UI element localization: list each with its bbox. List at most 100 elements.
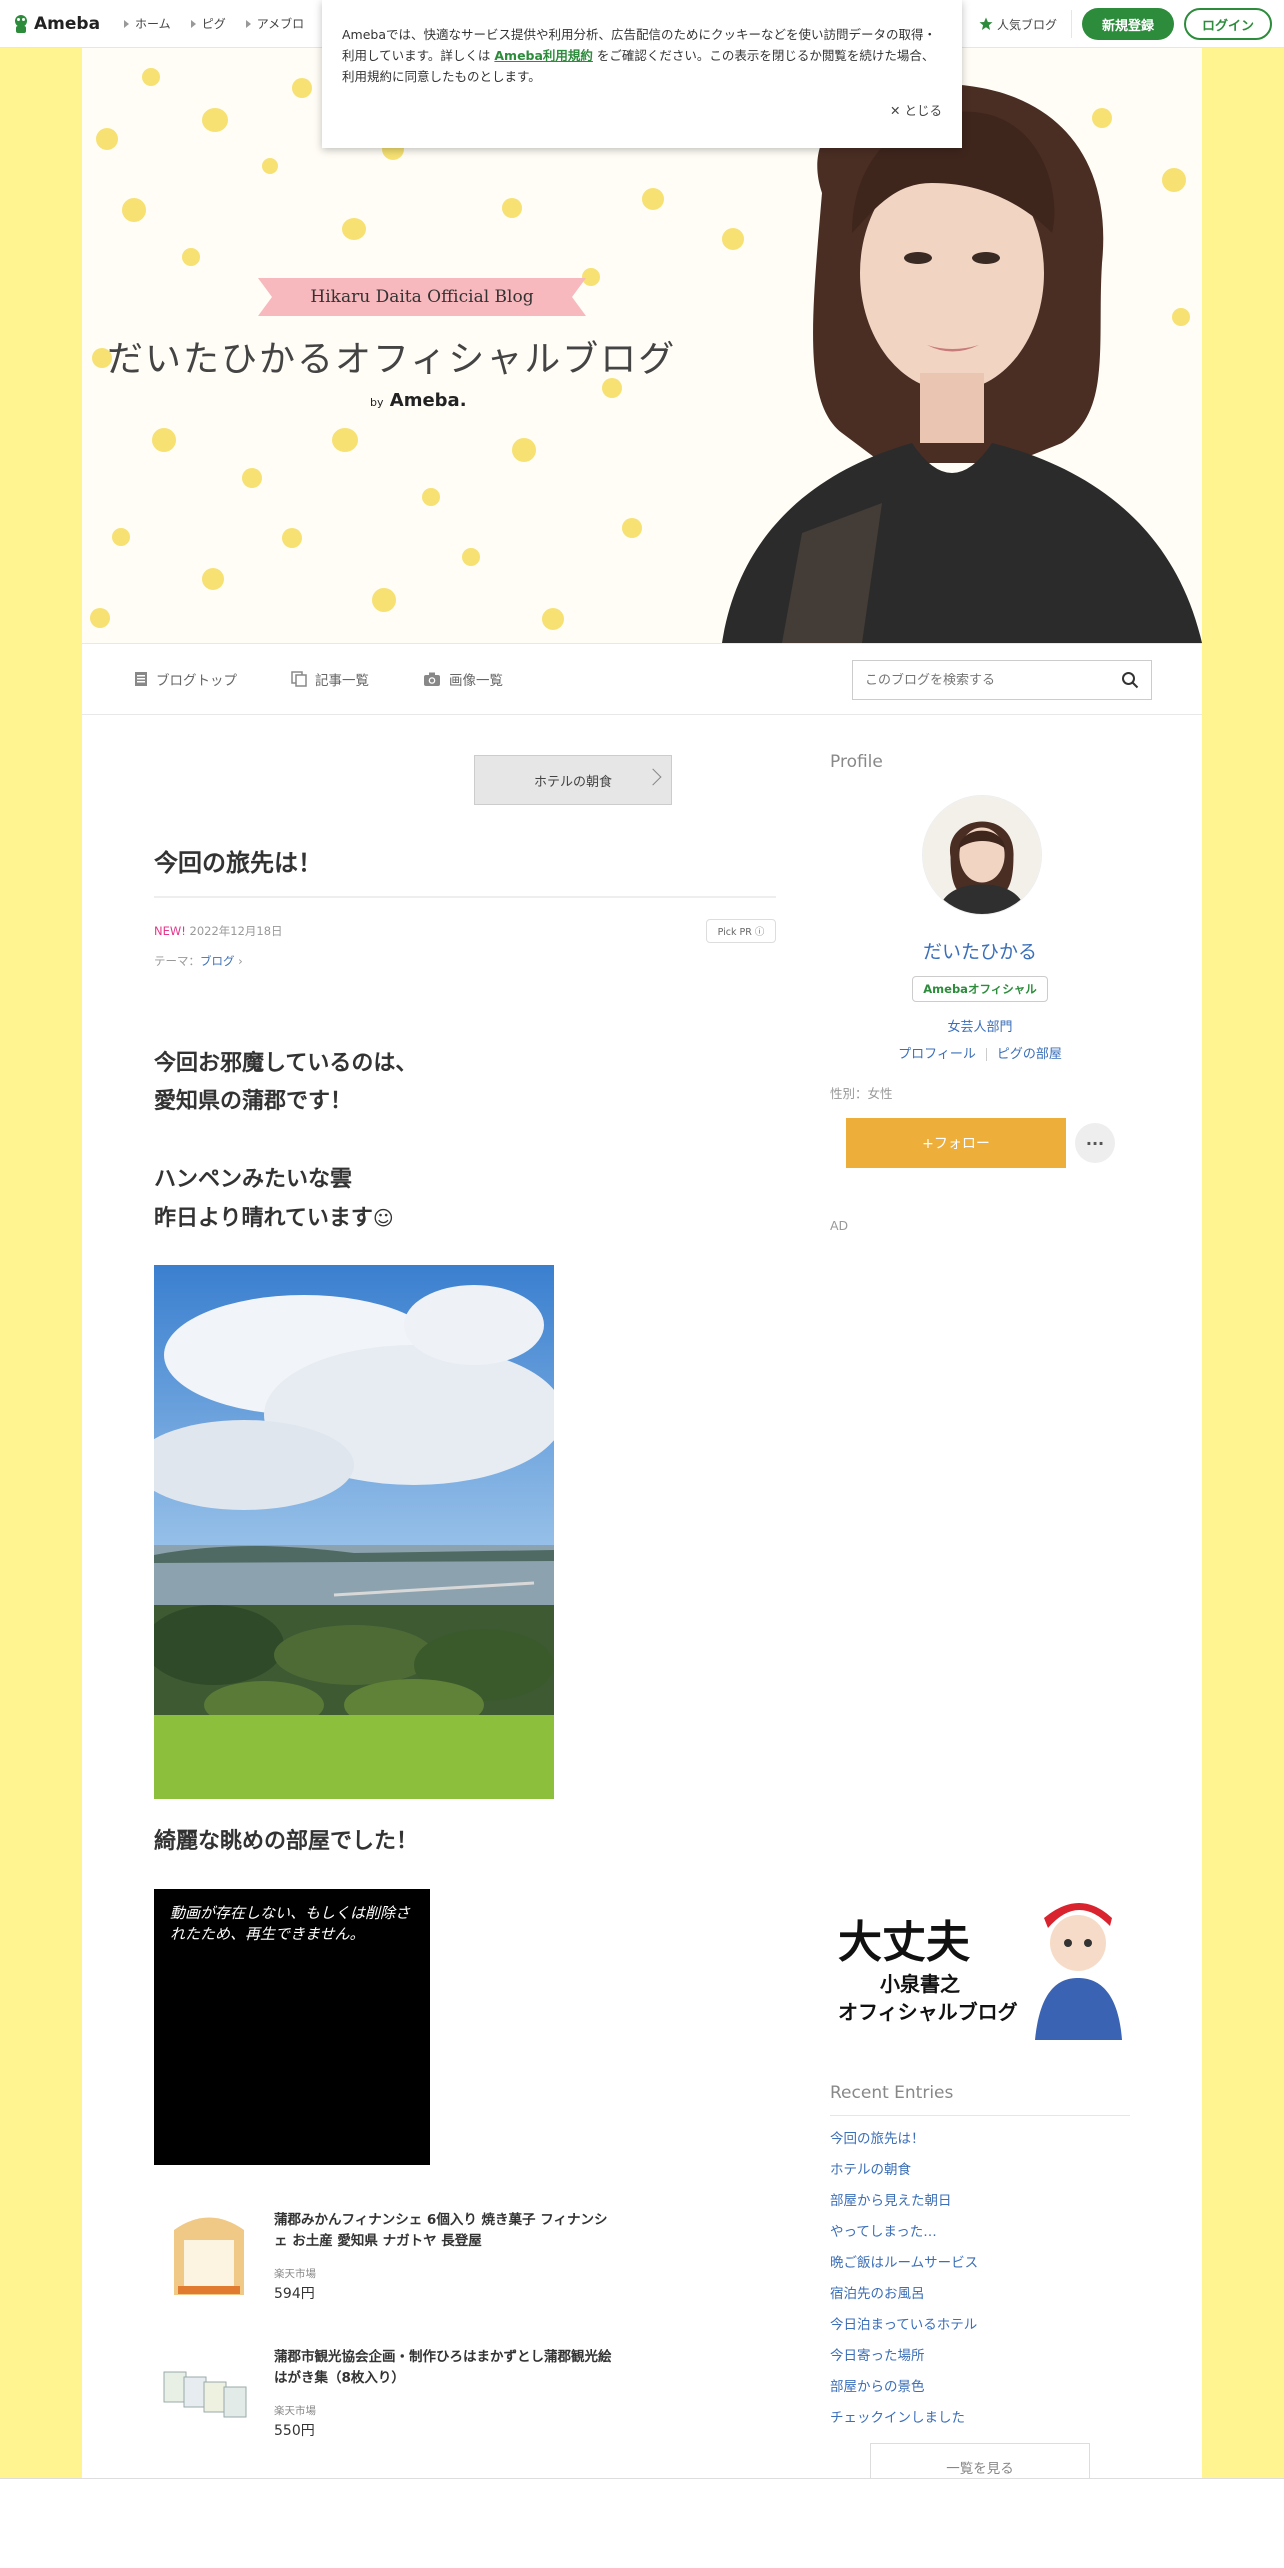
- logo-text: Ameba: [34, 13, 101, 34]
- decor-dot: [242, 468, 262, 488]
- nav-pigg[interactable]: ピグ: [190, 15, 226, 32]
- product-name[interactable]: 蒲郡みかんフィナンシェ 6個入り 焼き菓子 フィナンシェ お土産 愛知県 ナガト…: [274, 2210, 614, 2252]
- blog-title[interactable]: だいたひかるオフィシャルブログ: [107, 330, 676, 382]
- by-brand: Ameba.: [389, 390, 467, 411]
- body-line: 今回お邪魔しているのは、: [154, 1051, 418, 1076]
- decor-dot: [182, 248, 200, 266]
- footer-area: [0, 2478, 1284, 2568]
- official-badge[interactable]: Amebaオフィシャル: [912, 976, 1048, 1002]
- search-icon[interactable]: [1121, 671, 1139, 689]
- recent-entry[interactable]: 部屋からの景色: [830, 2375, 978, 2406]
- recent-entry[interactable]: 今回の旅先は！: [830, 2127, 978, 2158]
- recent-entries-list: 今回の旅先は！ ホテルの朝食 部屋から見えた朝日 やってしまった… 晩ご飯はルー…: [830, 2127, 978, 2437]
- profile-links: プロフィール ピグの部屋: [830, 1043, 1130, 1062]
- triangle-icon: [124, 19, 130, 28]
- login-button[interactable]: ログイン: [1184, 8, 1272, 40]
- decor-dot: [202, 108, 228, 132]
- post-title[interactable]: 今回の旅先は！: [154, 843, 322, 878]
- video-unavailable[interactable]: 動画が存在しない、もしくは削除されたため、再生できません。: [154, 1889, 430, 2165]
- title-divider: [154, 896, 776, 898]
- blog-search[interactable]: [852, 660, 1152, 700]
- by-label: by: [370, 396, 384, 409]
- follow-button[interactable]: +フォロー: [846, 1118, 1066, 1168]
- blog-search-input[interactable]: [865, 672, 1105, 688]
- decor-dot: [342, 218, 366, 240]
- triangle-icon: [245, 19, 251, 28]
- profile-category[interactable]: 女芸人部門: [830, 1016, 1130, 1035]
- profile-name[interactable]: だいたひかる: [830, 937, 1130, 964]
- photo-gamagori-view[interactable]: [154, 1265, 554, 1799]
- decor-dot: [622, 518, 642, 538]
- nav-image-list[interactable]: 画像一覧: [423, 669, 503, 689]
- blog-ribbon: Hikaru Daita Official Blog: [258, 278, 586, 316]
- theme-nav-button[interactable]: ホテルの朝食: [474, 755, 672, 805]
- smile-emoji-icon: ☺: [372, 1206, 394, 1230]
- register-button[interactable]: 新規登録: [1082, 8, 1174, 40]
- profile-avatar[interactable]: [922, 795, 1042, 915]
- pigg-room-link[interactable]: ピグの部屋: [997, 1047, 1062, 1062]
- product-card[interactable]: 蒲郡みかんフィナンシェ 6個入り 焼き菓子 フィナンシェ お土産 愛知県 ナガト…: [154, 2200, 634, 2310]
- recent-entry[interactable]: 晩ご飯はルームサービス: [830, 2251, 978, 2282]
- decor-dot: [502, 198, 522, 218]
- body-paragraph-3: 綺麗な眺めの部屋でした！: [154, 1829, 419, 1854]
- decor-dot: [542, 608, 564, 630]
- decor-dot: [422, 488, 440, 506]
- product-card[interactable]: 蒲郡市観光協会企画・制作ひろはまかずとし蒲郡観光絵はがき集（8枚入り） 楽天市場…: [154, 2337, 634, 2447]
- global-nav: ホーム ピグ アメブロ: [124, 15, 304, 32]
- profile-link[interactable]: プロフィール: [898, 1047, 976, 1062]
- terms-link[interactable]: Ameba利用規約: [494, 48, 593, 63]
- nav-label: 画像一覧: [449, 673, 503, 689]
- recent-entry[interactable]: 宿泊先のお風呂: [830, 2282, 978, 2313]
- decor-dot: [642, 188, 664, 210]
- more-button[interactable]: ···: [1075, 1123, 1115, 1163]
- decor-dot: [332, 428, 358, 452]
- ameba-logo[interactable]: Ameba: [12, 13, 100, 35]
- theme-link[interactable]: ブログ: [200, 954, 235, 968]
- body-line-with-emoji: 昨日より晴れています☺: [154, 1199, 394, 1238]
- ameba-frog-icon: [15, 14, 27, 33]
- recent-entry[interactable]: 今日寄った場所: [830, 2344, 978, 2375]
- profile-heading: Profile: [830, 752, 883, 772]
- body-line: 愛知県の蒲郡です！: [154, 1089, 353, 1114]
- theme-button-label: ホテルの朝食: [533, 774, 612, 790]
- nav-blog-top[interactable]: ブログトップ: [134, 669, 237, 689]
- popular-blogs-link[interactable]: 人気ブログ: [979, 10, 1072, 38]
- recent-entries-heading: Recent Entries: [830, 2083, 954, 2103]
- camera-icon: [424, 672, 440, 686]
- nav-entry-list[interactable]: 記事一覧: [291, 669, 369, 689]
- nav-ameblo[interactable]: アメブロ: [245, 15, 304, 32]
- theme-prefix: テーマ：: [154, 954, 200, 968]
- product-image: [154, 2337, 264, 2447]
- decor-dot: [122, 198, 146, 222]
- blog-content: ブログトップ 記事一覧 画像一覧 ホテルの朝食 今回の旅先は！ NEW! 202…: [82, 643, 1202, 2491]
- nav-label: ブログトップ: [156, 673, 237, 689]
- nav-home[interactable]: ホーム: [124, 15, 171, 32]
- ad-banner-text-2: 小泉書之: [880, 1972, 960, 1996]
- product-price: 594円: [274, 2286, 315, 2302]
- portrait-photo: [722, 84, 1202, 643]
- recent-entry[interactable]: チェックインしました: [830, 2406, 978, 2437]
- product-image: [164, 2210, 254, 2300]
- divider: [985, 1048, 987, 1061]
- divider: [830, 2115, 1130, 2116]
- decor-dot: [372, 588, 396, 612]
- cookie-close-button[interactable]: ✕ とじる: [890, 100, 942, 121]
- recent-entry[interactable]: やってしまった…: [830, 2220, 978, 2251]
- close-icon: ✕: [890, 103, 901, 118]
- decor-dot: [90, 608, 110, 628]
- recent-entry[interactable]: 部屋から見えた朝日: [830, 2189, 978, 2220]
- body-line: 昨日より晴れています: [154, 1206, 373, 1231]
- nav-label: ピグ: [201, 17, 226, 31]
- ad-banner[interactable]: 大丈夫 小泉書之 オフィシャルブログ: [830, 1888, 1130, 2040]
- product-name[interactable]: 蒲郡市観光協会企画・制作ひろはまかずとし蒲郡観光絵はがき集（8枚入り）: [274, 2347, 614, 2389]
- pick-pr-badge[interactable]: Pick PR ⓘ: [706, 919, 776, 943]
- decor-dot: [152, 428, 176, 452]
- chevron-right-icon: [644, 768, 662, 786]
- post-theme: テーマ：ブログ ›: [154, 953, 243, 969]
- ad-label: AD: [830, 1218, 849, 1233]
- recent-entry[interactable]: 今日泊まっているホテル: [830, 2313, 978, 2344]
- body-paragraph-2: ハンペンみたいな雲 昨日より晴れています☺: [154, 1161, 394, 1238]
- recent-entry[interactable]: ホテルの朝食: [830, 2158, 978, 2189]
- triangle-icon: [190, 19, 196, 28]
- product-shop: 楽天市場: [274, 2405, 316, 2417]
